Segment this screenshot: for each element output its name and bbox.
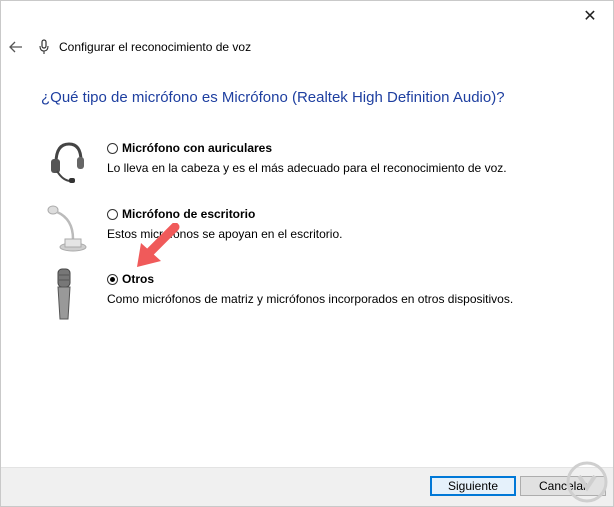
wizard-footer: Siguiente Cancelar <box>1 467 613 506</box>
annotation-arrow-icon <box>137 223 180 267</box>
window-title: Configurar el reconocimiento de voz <box>59 40 252 54</box>
close-icon: ✕ <box>583 8 597 25</box>
option-headset[interactable]: Micrófono con auriculares Lo lleva en la… <box>107 140 507 175</box>
page-heading: ¿Qué tipo de micrófono es Micrófono (Rea… <box>41 89 505 106</box>
other-description: Como micrófonos de matriz y micrófonos i… <box>107 292 514 306</box>
headset-label: Micrófono con auriculares <box>122 141 273 155</box>
other-radio[interactable] <box>107 273 118 285</box>
desktop-radio[interactable] <box>107 208 118 220</box>
desktop-label: Micrófono de escritorio <box>122 207 256 221</box>
handheld-mic-icon <box>57 268 71 320</box>
wizard-header: Configurar el reconocimiento de voz <box>9 37 251 57</box>
headset-description: Lo lleva en la cabeza y es el más adecua… <box>107 161 507 175</box>
logo-watermark-icon <box>566 461 608 503</box>
back-arrow-icon[interactable] <box>9 39 25 55</box>
close-button[interactable]: ✕ <box>567 1 613 31</box>
desktop-mic-icon <box>47 205 87 252</box>
headset-icon <box>51 142 84 183</box>
option-other[interactable]: Otros Como micrófonos de matriz y micróf… <box>107 271 513 306</box>
wizard-window: ✕ Configurar el reconocimiento de voz ¿Q… <box>0 0 614 507</box>
microphone-icon <box>39 39 53 55</box>
headset-radio[interactable] <box>107 142 118 154</box>
next-button[interactable]: Siguiente <box>430 476 516 496</box>
